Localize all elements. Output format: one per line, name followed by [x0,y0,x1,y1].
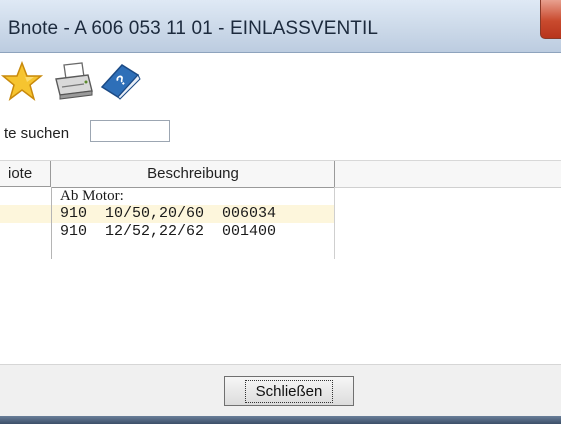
note-cell [0,223,51,241]
close-button[interactable]: Schließen [224,376,354,406]
title-bar: Bnote - A 606 053 11 01 - EINLASSVENTIL [0,0,561,53]
window-bottom-border [0,416,561,424]
help-book-icon[interactable]: ? [98,61,142,101]
column-header-note[interactable]: iote [0,161,51,187]
search-row: te suchen [0,118,561,148]
note-cell [0,187,51,205]
description-table: iote Beschreibung Ab Motor: 910 10/50,20… [0,160,561,360]
note-cell [0,205,51,223]
window-title: Bnote - A 606 053 11 01 - EINLASSVENTIL [8,18,379,39]
toolbar: ? [0,53,561,108]
table-header: iote Beschreibung [0,160,561,188]
column-divider [334,187,335,259]
column-header-description[interactable]: Beschreibung [52,161,335,188]
printer-icon[interactable] [52,61,96,101]
column-divider [51,187,52,259]
column-header-empty [335,161,561,188]
window-close-button[interactable] [540,0,561,39]
search-label: te suchen [4,125,70,142]
close-button-label: Schließen [244,379,334,403]
star-icon[interactable] [0,61,44,101]
description-cell: 910 12/52,22/62 001400 [60,223,277,240]
description-cell: 910 10/50,20/60 006034 [52,205,334,223]
dialog-footer: Schließen [0,364,561,417]
search-input[interactable] [90,120,170,142]
description-cell: Ab Motor: [60,188,124,204]
